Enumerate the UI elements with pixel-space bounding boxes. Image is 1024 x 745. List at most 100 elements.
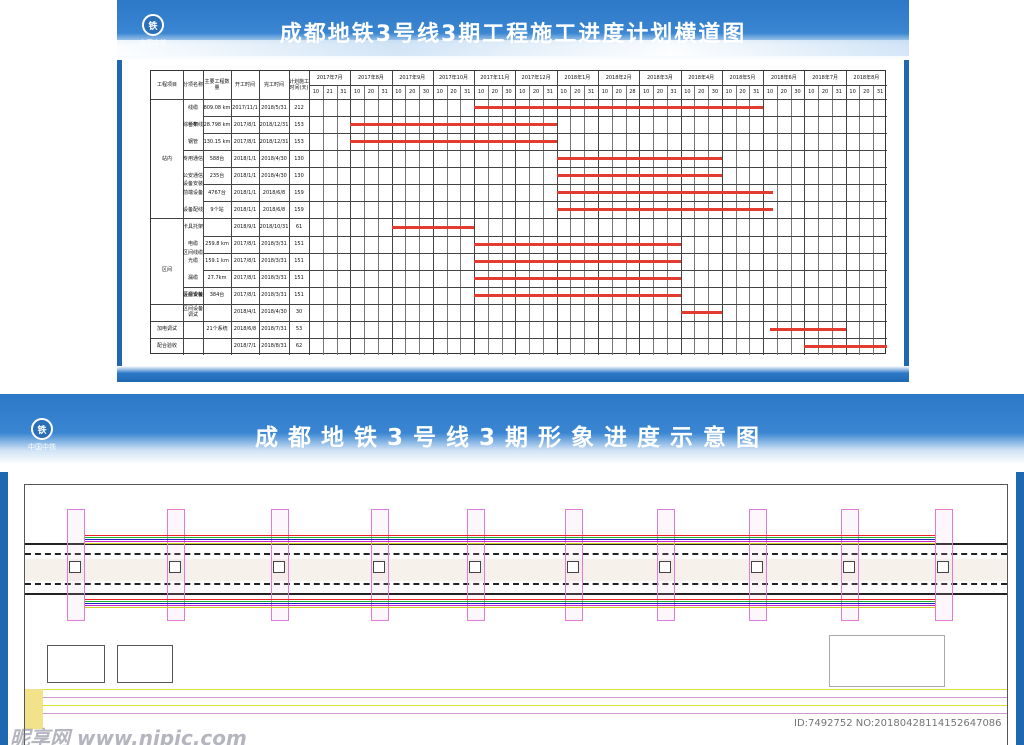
row-days: 61 (295, 223, 303, 230)
gantt-grid: 工程项目 分项名称 主要工程数量 开工时间 完工时间 计划施工时间(天) 2017年7月 20… (150, 70, 887, 355)
schedule-bar (556, 174, 722, 178)
grid-vline (391, 71, 393, 355)
row-end: 2018/3/31 (261, 275, 287, 282)
grid-vline (818, 85, 820, 355)
station-marker (567, 561, 579, 573)
day-tick: 31 (753, 89, 760, 95)
row-end: 2018/8/31 (261, 343, 287, 350)
grid-vline (776, 85, 778, 355)
row-item: 电缆 (187, 241, 198, 248)
grid-vline (721, 71, 723, 355)
schedule-bar (474, 276, 681, 280)
day-tick: 20 (780, 89, 787, 95)
row-item: 专用通信 (183, 155, 204, 162)
day-tick: 10 (560, 89, 567, 95)
grid-vline (474, 71, 476, 355)
grid-vline (625, 85, 627, 355)
row-days: 130 (294, 155, 304, 162)
grid-vline (584, 85, 586, 355)
day-tick: 20 (532, 89, 540, 95)
day-tick: 20 (491, 89, 498, 95)
row-item: 区间设备 (183, 292, 204, 299)
header-cell: 主要工程数量 (204, 79, 230, 91)
day-tick: 31 (546, 89, 553, 95)
grid-vline (873, 85, 875, 355)
row-end: 2018/6/8 (262, 206, 286, 213)
day-tick: 20 (450, 89, 457, 95)
header-cell: 开工时间 (234, 82, 255, 88)
schedule-bar (556, 157, 722, 161)
group-label: 加电调试 (156, 326, 177, 333)
day-tick: 10 (477, 89, 485, 95)
month-label: 2018年7月 (812, 75, 839, 81)
cable-line (85, 601, 935, 602)
schedule-bar (350, 123, 557, 127)
month-label: 2017年11月 (480, 75, 510, 81)
row-end: 2018/12/31 (259, 138, 289, 145)
row-item: 卡具托架 (183, 223, 204, 230)
row-start: 2017/8/1 (233, 241, 257, 248)
row-qty: 259.8 km (205, 241, 229, 248)
day-tick: 10 (519, 89, 526, 95)
month-label: 2017年7月 (316, 75, 343, 81)
grid-hline (309, 85, 887, 86)
group-label: 站内 (161, 155, 172, 162)
row-days: 30 (295, 309, 303, 316)
station-marker (469, 561, 481, 573)
row-end: 2018/6/8 (262, 189, 286, 196)
row-end: 2018/10/31 (259, 223, 289, 230)
day-tick: 20 (821, 89, 829, 95)
station-marker (843, 561, 855, 573)
cable-line (85, 599, 935, 600)
grid-vline (336, 85, 338, 355)
day-tick: 30 (505, 89, 512, 95)
row-days: 159 (294, 206, 304, 213)
grid-vline (708, 85, 710, 355)
grid-vline (763, 71, 765, 355)
row-qty: 235台 (209, 172, 225, 179)
row-item (183, 338, 203, 355)
station-marker (937, 561, 949, 573)
day-tick: 10 (725, 89, 732, 95)
grid-vline (694, 85, 696, 355)
legend-notes (829, 635, 945, 687)
row-qty (203, 338, 231, 355)
row-start: 2017/8/1 (233, 258, 257, 265)
bottom-band (25, 705, 1007, 706)
watermark-site: 昵享网 www.nipic.com (10, 726, 247, 745)
schedule-bar (391, 225, 475, 229)
row-days: 130 (294, 172, 304, 179)
grid-vline (735, 85, 737, 355)
row-start: 2018/9/1 (233, 223, 257, 230)
row-qty (203, 218, 231, 235)
day-tick: 10 (849, 89, 856, 95)
grid-vline (639, 71, 641, 355)
schedule-bar (474, 106, 764, 110)
bottom-band (25, 713, 1007, 714)
day-tick: 21 (326, 89, 333, 95)
schedule-bar (804, 344, 887, 348)
month-label: 2017年12月 (521, 75, 551, 81)
row-end: 2018/3/31 (261, 241, 287, 248)
row-start: 2018/7/1 (233, 343, 257, 350)
grid-vline (570, 85, 572, 355)
row-end: 2018/4/30 (261, 155, 287, 162)
row-qty: 28.798 km (203, 121, 231, 128)
grid-vline (432, 71, 434, 355)
grid-vline (845, 71, 847, 355)
row-days: 151 (294, 241, 304, 248)
header-cell: 计划施工时间(天) (289, 79, 310, 91)
day-tick: 10 (436, 89, 443, 95)
row-start: 2017/11/1 (232, 104, 258, 111)
legend-table (47, 645, 105, 683)
station-marker (169, 561, 181, 573)
row-end: 2018/3/31 (261, 258, 287, 265)
day-tick: 28 (629, 89, 636, 95)
grid-vline (749, 85, 751, 355)
row-item: 漏缆 (187, 275, 198, 282)
grid-vline (309, 71, 310, 355)
grid-vline (653, 85, 655, 355)
schedule-bar (474, 293, 681, 297)
group-label: 区间 (161, 266, 172, 273)
cable-line (85, 543, 935, 544)
